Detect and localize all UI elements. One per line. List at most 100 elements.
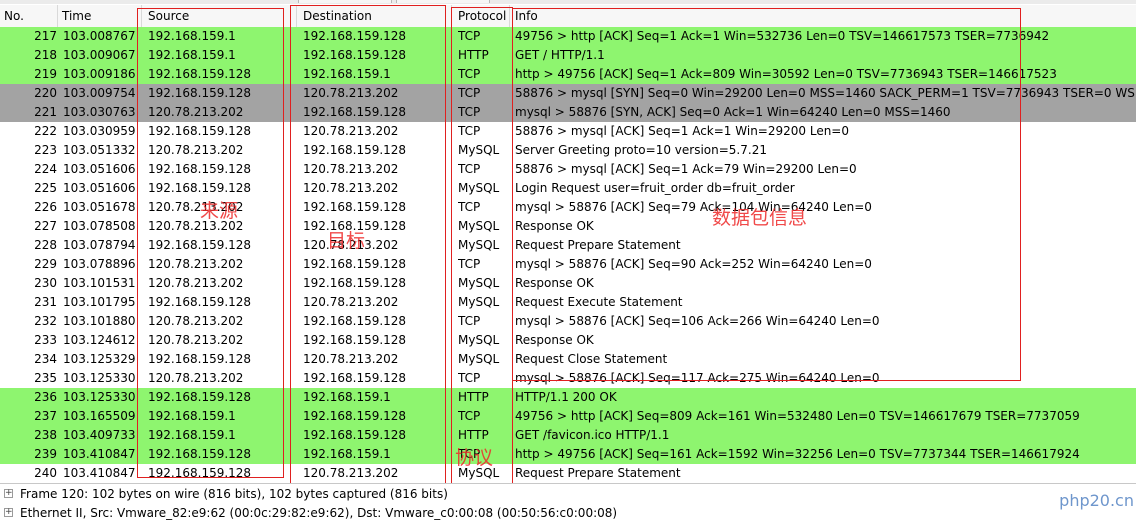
packet-row[interactable]: 235 103.125330 120.78.213.202 192.168.159.1… xyxy=(0,369,1136,388)
packet-row[interactable]: 222 103.030959 192.168.159.128 120.78.213.2… xyxy=(0,122,1136,141)
packet-row[interactable]: 229 103.078896 120.78.213.202 192.168.159.1… xyxy=(0,255,1136,274)
packet-time: 103.125330 xyxy=(63,371,136,385)
packet-row[interactable]: 240 103.410847 192.168.159.128 120.78.213.2… xyxy=(0,464,1136,483)
packet-row[interactable]: 217 103.008767 192.168.159.1 192.168.159.12… xyxy=(0,27,1136,46)
column-header-destination[interactable]: Destination xyxy=(297,5,452,27)
packet-row[interactable]: 221 103.030763 120.78.213.202 192.168.159.1… xyxy=(0,103,1136,122)
packet-source: 192.168.159.128 xyxy=(148,162,252,176)
packet-row[interactable]: 238 103.409733 192.168.159.1 192.168.159.12… xyxy=(0,426,1136,445)
packet-number: 224 xyxy=(34,162,57,176)
packet-row[interactable]: 220 103.009754 192.168.159.128 120.78.213.2… xyxy=(0,84,1136,103)
packet-time: 103.124612 xyxy=(63,333,136,347)
detail-row-ethernet[interactable]: + Ethernet II, Src: Vmware_82:e9:62 (00:… xyxy=(0,504,1136,523)
packet-row[interactable]: 223 103.051332 120.78.213.202 192.168.159.1… xyxy=(0,141,1136,160)
column-header-source[interactable]: Source xyxy=(142,5,297,27)
packet-protocol: TCP xyxy=(458,162,481,176)
packet-row[interactable]: 237 103.165509 192.168.159.1 192.168.159.12… xyxy=(0,407,1136,426)
packet-protocol: MySQL xyxy=(458,219,500,233)
packet-destination: 192.168.159.1 xyxy=(303,390,391,404)
packet-number: 228 xyxy=(34,238,57,252)
packet-row[interactable]: 236 103.125330 192.168.159.128 192.168.159.… xyxy=(0,388,1136,407)
detail-row-text: Frame 120: 102 bytes on wire (816 bits),… xyxy=(20,487,448,501)
packet-destination: 192.168.159.128 xyxy=(303,428,407,442)
packet-destination: 192.168.159.128 xyxy=(303,276,407,290)
column-header-time[interactable]: Time xyxy=(58,5,142,27)
packet-time: 103.030959 xyxy=(63,124,136,138)
packet-row[interactable]: 234 103.125329 192.168.159.128 120.78.213.2… xyxy=(0,350,1136,369)
packet-time: 103.410847 xyxy=(63,447,136,461)
packet-number: 236 xyxy=(34,390,57,404)
packet-protocol: TCP xyxy=(458,371,481,385)
detail-row-text: Ethernet II, Src: Vmware_82:e9:62 (00:0c… xyxy=(20,506,618,520)
packet-number: 238 xyxy=(34,428,57,442)
packet-info: Server Greeting proto=10 version=5.7.21 xyxy=(515,143,767,157)
packet-time: 103.101880 xyxy=(63,314,136,328)
packet-row[interactable]: 239 103.410847 192.168.159.128 192.168.159.… xyxy=(0,445,1136,464)
packet-number: 230 xyxy=(34,276,57,290)
packet-row[interactable]: 219 103.009186 192.168.159.128 192.168.159.… xyxy=(0,65,1136,84)
packet-row[interactable]: 226 103.051678 120.78.213.202 192.168.159.1… xyxy=(0,198,1136,217)
packet-number: 221 xyxy=(34,105,57,119)
packet-row[interactable]: 230 103.101531 120.78.213.202 192.168.159.1… xyxy=(0,274,1136,293)
packet-list[interactable]: 217 103.008767 192.168.159.1 192.168.159.12… xyxy=(0,27,1136,483)
packet-time: 103.051678 xyxy=(63,200,136,214)
packet-info: 49756 > http [ACK] Seq=1 Ack=1 Win=53273… xyxy=(515,29,1050,43)
toolbar-tab[interactable] xyxy=(396,0,490,3)
packet-row[interactable]: 228 103.078794 192.168.159.128 120.78.213.2… xyxy=(0,236,1136,255)
packet-time: 103.078896 xyxy=(63,257,136,271)
plus-expander-icon[interactable]: + xyxy=(4,508,13,517)
packet-info: HTTP/1.1 200 OK xyxy=(515,390,617,404)
packet-row[interactable]: 231 103.101795 192.168.159.128 120.78.213.2… xyxy=(0,293,1136,312)
packet-time: 103.008767 xyxy=(63,29,136,43)
watermark-text: php20.cn xyxy=(1059,491,1134,510)
packet-protocol: TCP xyxy=(458,257,481,271)
plus-expander-icon[interactable]: + xyxy=(4,489,13,498)
packet-info: mysql > 58876 [ACK] Seq=90 Ack=252 Win=6… xyxy=(515,257,872,271)
packet-source: 192.168.159.128 xyxy=(148,352,252,366)
packet-destination: 120.78.213.202 xyxy=(303,352,399,366)
packet-time: 103.009754 xyxy=(63,86,136,100)
packet-source: 192.168.159.1 xyxy=(148,428,236,442)
packet-source: 120.78.213.202 xyxy=(148,276,244,290)
packet-row[interactable]: 224 103.051606 192.168.159.128 120.78.213.2… xyxy=(0,160,1136,179)
packet-row[interactable]: 232 103.101880 120.78.213.202 192.168.159.1… xyxy=(0,312,1136,331)
packet-protocol: TCP xyxy=(458,409,481,423)
packet-destination: 120.78.213.202 xyxy=(303,295,399,309)
packet-info: 49756 > http [ACK] Seq=809 Ack=161 Win=5… xyxy=(515,409,1080,423)
detail-row-frame[interactable]: + Frame 120: 102 bytes on wire (816 bits… xyxy=(0,485,1136,504)
packet-info: http > 49756 [ACK] Seq=161 Ack=1592 Win=… xyxy=(515,447,1080,461)
packet-number: 234 xyxy=(34,352,57,366)
toolbar-tab[interactable] xyxy=(298,0,392,3)
packet-info: Request Prepare Statement xyxy=(515,238,681,252)
packet-row[interactable]: 218 103.009067 192.168.159.1 192.168.159.12… xyxy=(0,46,1136,65)
top-toolbar-strip xyxy=(0,0,1136,4)
column-header-no[interactable]: No. xyxy=(0,5,58,27)
packet-protocol: MySQL xyxy=(458,466,500,480)
packet-row[interactable]: 227 103.078508 120.78.213.202 192.168.159.1… xyxy=(0,217,1136,236)
packet-protocol: TCP xyxy=(458,105,481,119)
packet-protocol: TCP xyxy=(458,29,481,43)
packet-source: 192.168.159.128 xyxy=(148,466,252,480)
column-header-info[interactable]: Info xyxy=(510,5,1136,27)
packet-source: 120.78.213.202 xyxy=(148,371,244,385)
packet-number: 222 xyxy=(34,124,57,138)
packet-info: mysql > 58876 [SYN, ACK] Seq=0 Ack=1 Win… xyxy=(515,105,951,119)
packet-number: 226 xyxy=(34,200,57,214)
packet-source: 192.168.159.128 xyxy=(148,67,252,81)
packet-info: Response OK xyxy=(515,333,594,347)
packet-destination: 192.168.159.128 xyxy=(303,257,407,271)
packet-source: 192.168.159.1 xyxy=(148,409,236,423)
packet-number: 217 xyxy=(34,29,57,43)
packet-source: 192.168.159.128 xyxy=(148,390,252,404)
packet-number: 233 xyxy=(34,333,57,347)
packet-number: 231 xyxy=(34,295,57,309)
packet-source: 192.168.159.1 xyxy=(148,48,236,62)
packet-time: 103.125329 xyxy=(63,352,136,366)
column-header-protocol[interactable]: Protocol xyxy=(452,5,510,27)
packet-row[interactable]: 225 103.051606 192.168.159.128 120.78.213.2… xyxy=(0,179,1136,198)
packet-list-header: No. Time Source Destination Protocol Inf… xyxy=(0,5,1136,28)
packet-protocol: HTTP xyxy=(458,390,489,404)
packet-info: Login Request user=fruit_order db=fruit_… xyxy=(515,181,795,195)
packet-protocol: TCP xyxy=(458,86,481,100)
packet-row[interactable]: 233 103.124612 120.78.213.202 192.168.159.1… xyxy=(0,331,1136,350)
